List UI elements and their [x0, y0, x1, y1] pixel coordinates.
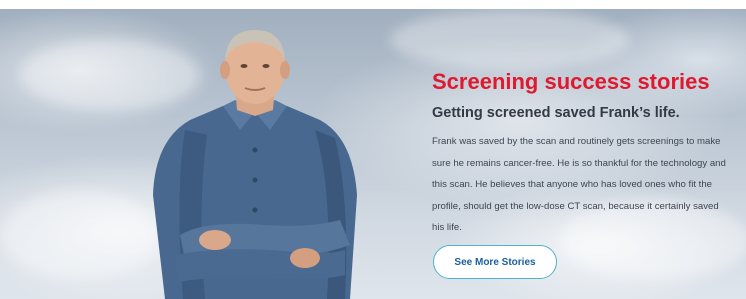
cloud-shape: [390, 10, 630, 70]
section-heading: Screening success stories: [432, 69, 710, 94]
hero-banner: Screening success stories Getting screen…: [0, 0, 746, 299]
top-border: [0, 0, 746, 9]
story-body-text: Frank was saved by the scan and routinel…: [432, 136, 726, 233]
see-more-stories-button[interactable]: See More Stories: [433, 245, 557, 279]
frank-portrait-image: [153, 30, 357, 299]
cloud-shape: [0, 190, 160, 280]
story-title: Getting screened saved Frank’s life.: [432, 105, 680, 121]
story-content: Screening success stories Getting screen…: [432, 68, 732, 239]
